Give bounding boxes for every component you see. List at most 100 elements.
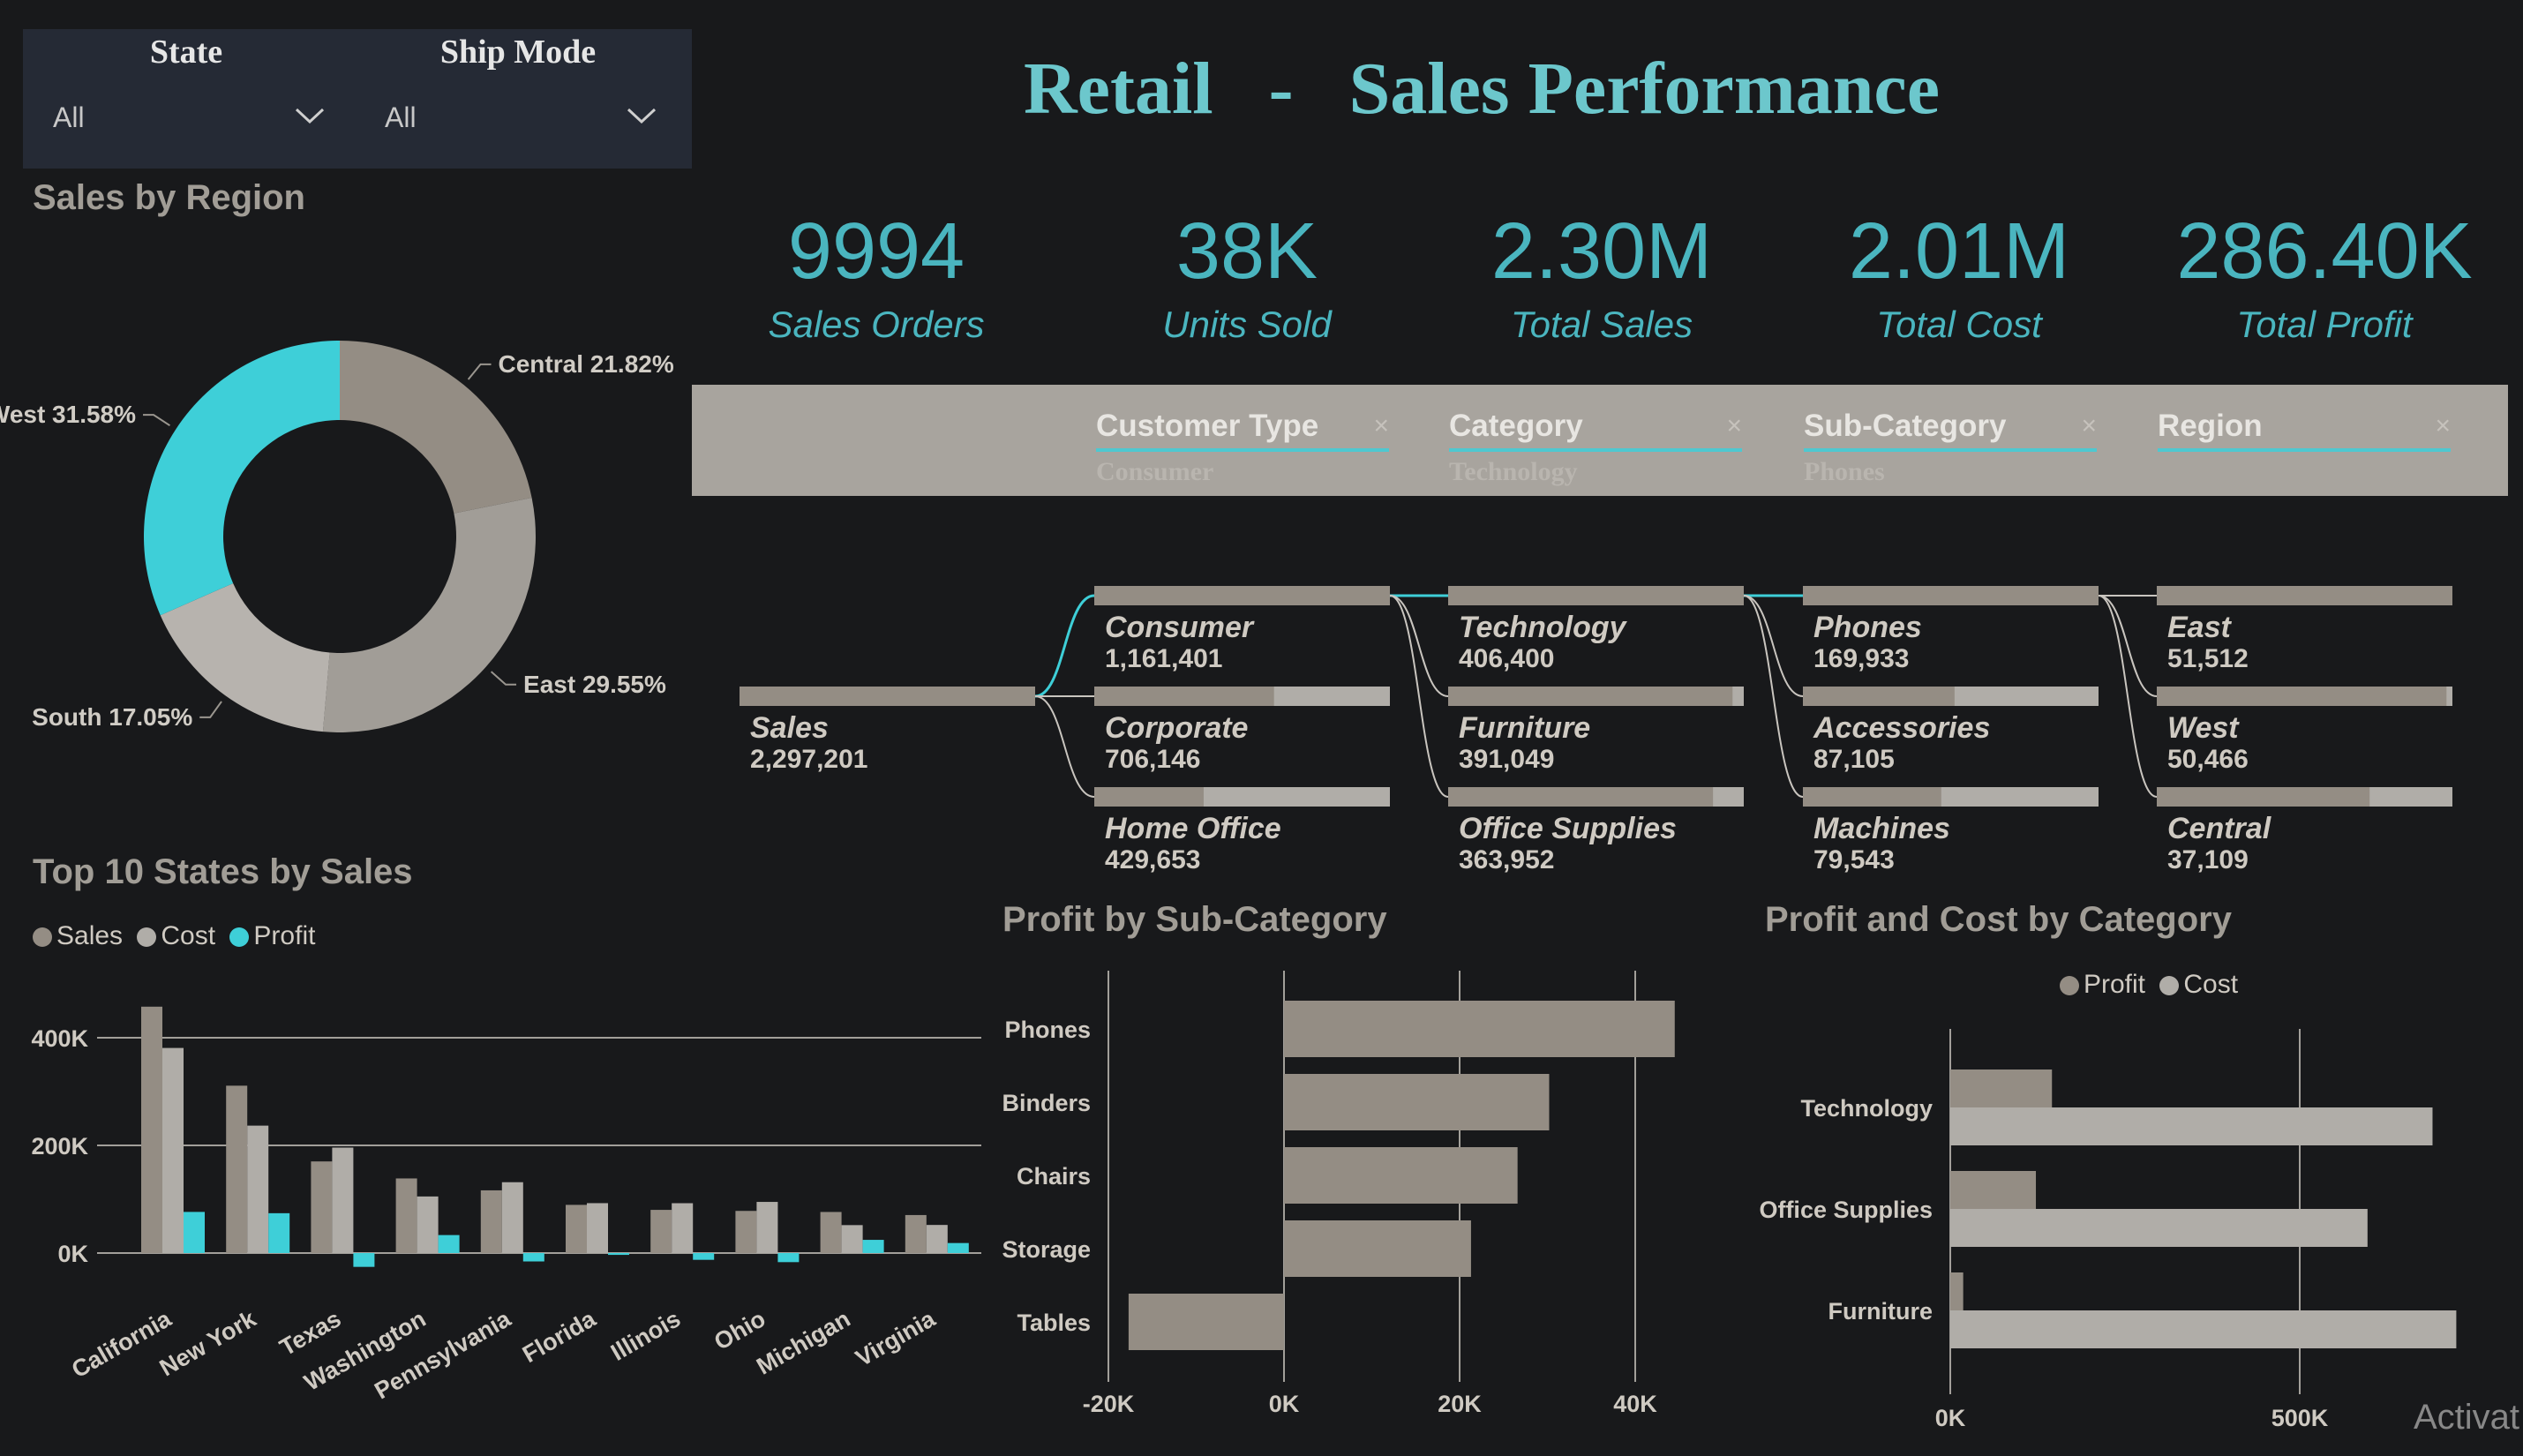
- bar-cost-pennsylvania: [501, 1182, 523, 1253]
- tree-node-bar-consumer: [1094, 586, 1390, 605]
- bar-phones: [1284, 1001, 1675, 1057]
- bar-cost-illinois: [672, 1203, 694, 1253]
- tree-connector: [2098, 595, 2158, 697]
- tree-connector: [1389, 595, 1449, 798]
- y-tick-label: Phones: [1004, 1017, 1091, 1043]
- y-tick-label: 0K: [57, 1241, 88, 1267]
- top-states-legend: Sales Cost Profit: [33, 921, 315, 951]
- tree-node-value: 79,543: [1813, 845, 1895, 874]
- tree-node-label[interactable]: West: [2167, 711, 2239, 745]
- tree-node-value: 169,933: [1813, 644, 1910, 673]
- legend-item-profit: Profit: [2084, 970, 2146, 999]
- bar-cost-california: [162, 1047, 184, 1253]
- x-tick-label: 0K: [1269, 1391, 1300, 1417]
- bar-sales-washington: [395, 1178, 417, 1253]
- tree-node-label[interactable]: Home Office: [1105, 812, 1281, 845]
- bar-profit-virginia: [947, 1242, 969, 1253]
- bar-profit-illinois: [693, 1253, 715, 1260]
- bar-cost-technology: [1950, 1107, 2433, 1145]
- tree-node-value: 1,161,401: [1105, 644, 1223, 673]
- bar-sales-texas: [311, 1161, 333, 1253]
- tree-node-value: 51,512: [2167, 644, 2249, 673]
- tree-node-label[interactable]: Furniture: [1459, 711, 1590, 745]
- decomposition-tree-connectors: [740, 586, 2452, 807]
- tree-node-label[interactable]: Corporate: [1105, 711, 1248, 745]
- bar-sales-illinois: [650, 1210, 672, 1253]
- tree-node-bar-machines: [1803, 787, 1941, 807]
- tree-connector: [1034, 594, 1095, 698]
- y-tick-label: Office Supplies: [1759, 1197, 1933, 1223]
- bar-cost-texas: [332, 1147, 354, 1253]
- tree-node-bar-furniture: [1448, 687, 1733, 706]
- y-tick-label: Binders: [1002, 1090, 1091, 1116]
- tree-node-label[interactable]: Sales: [750, 711, 829, 745]
- bar-storage: [1284, 1220, 1471, 1277]
- x-tick-label: 40K: [1613, 1391, 1657, 1417]
- tree-connector: [1389, 595, 1449, 697]
- bar-cost-florida: [587, 1203, 608, 1253]
- y-tick-label: Storage: [1002, 1236, 1091, 1263]
- activation-watermark: Activat: [2414, 1398, 2520, 1437]
- bar-sales-ohio: [735, 1211, 757, 1253]
- bar-sales-michigan: [820, 1212, 842, 1253]
- tree-node-value: 50,466: [2167, 745, 2249, 774]
- tree-connector: [1034, 695, 1095, 798]
- bar-chairs: [1284, 1147, 1518, 1204]
- tree-node-bar-phones: [1803, 586, 2099, 605]
- tree-node-label[interactable]: Office Supplies: [1459, 812, 1677, 845]
- tree-node-label[interactable]: Consumer: [1105, 611, 1253, 644]
- bar-cost-new-york: [247, 1125, 269, 1253]
- legend-swatch: [229, 927, 250, 947]
- y-tick-label: Technology: [1800, 1095, 1933, 1122]
- tree-node-label[interactable]: Technology: [1459, 611, 1626, 644]
- bar-cost-ohio: [756, 1202, 778, 1253]
- bar-profit-office-supplies: [1950, 1171, 2037, 1209]
- bar-cost-michigan: [841, 1225, 863, 1253]
- bar-cost-virginia: [926, 1225, 948, 1253]
- tree-node-label[interactable]: Central: [2167, 812, 2271, 845]
- x-tick-label: New York: [155, 1305, 261, 1382]
- bar-binders: [1284, 1074, 1550, 1130]
- tree-node-value: 391,049: [1459, 745, 1555, 774]
- bar-profit-florida: [608, 1253, 629, 1256]
- tree-node-label[interactable]: Phones: [1813, 611, 1922, 644]
- bar-profit-pennsylvania: [522, 1253, 544, 1262]
- profit-cost-by-category-title: Profit and Cost by Category: [1765, 900, 2232, 939]
- y-tick-label: 400K: [31, 1025, 88, 1052]
- x-tick-label: California: [67, 1305, 176, 1384]
- profit-cost-by-category-chart: 0K 500K Technology Office Supplies Furniture: [1759, 1029, 2457, 1431]
- x-tick-label: Illinois: [606, 1305, 685, 1366]
- legend-item-cost: Cost: [2183, 970, 2239, 999]
- tree-node-value: 706,146: [1105, 745, 1201, 774]
- tree-node-value: 87,105: [1813, 745, 1895, 774]
- x-tick-label: 20K: [1438, 1391, 1482, 1417]
- tree-node-label[interactable]: East: [2167, 611, 2231, 644]
- tree-node-label[interactable]: Accessories: [1813, 711, 1990, 745]
- profit-by-subcategory-title: Profit by Sub-Category: [1002, 900, 1387, 939]
- bar-sales-new-york: [226, 1085, 248, 1253]
- x-tick-label: Virginia: [851, 1305, 940, 1372]
- tree-node-value: 2,297,201: [750, 745, 868, 774]
- bar-profit-texas: [353, 1253, 375, 1267]
- x-tick-label: Michigan: [752, 1305, 854, 1379]
- bar-sales-california: [141, 1006, 162, 1253]
- legend-item-cost: Cost: [161, 921, 216, 950]
- tree-node-value: 363,952: [1459, 845, 1555, 874]
- bar-profit-washington: [438, 1235, 460, 1253]
- y-tick-label: 200K: [31, 1133, 88, 1160]
- legend-swatch: [33, 927, 52, 947]
- legend-swatch: [137, 927, 157, 947]
- tree-node-bar-central: [2157, 787, 2370, 807]
- top-states-chart: 400K200K0KCaliforniaNew York TexasWashing…: [31, 1006, 981, 1404]
- bar-profit-new-york: [268, 1212, 290, 1253]
- tree-node-bar-office-supplies: [1448, 787, 1714, 807]
- legend-item-profit: Profit: [253, 921, 316, 950]
- tree-node-bar-east: [2157, 586, 2452, 605]
- y-tick-label: Tables: [1017, 1310, 1091, 1336]
- profit-by-subcategory-chart: -20K 0K 20K 40K Phones Binders Chairs Storage Ta…: [1002, 971, 1675, 1417]
- profit-cost-legend: Profit Cost: [2060, 970, 2238, 1000]
- tree-node-label[interactable]: Machines: [1813, 812, 1950, 845]
- bar-profit-california: [184, 1212, 205, 1253]
- x-tick-label: 500K: [2271, 1405, 2329, 1431]
- tree-node-bar-accessories: [1803, 687, 1955, 706]
